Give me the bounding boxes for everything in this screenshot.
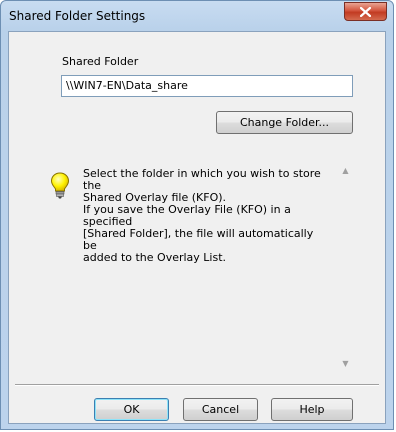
- shared-folder-label: Shared Folder: [62, 55, 139, 68]
- window-title: Shared Folder Settings: [9, 9, 146, 23]
- divider: [15, 384, 379, 386]
- change-folder-button[interactable]: Change Folder...: [216, 111, 353, 134]
- shared-folder-path-field[interactable]: \\WIN7-EN\Data_share: [61, 75, 353, 97]
- scroll-up-arrow-icon[interactable]: ▲: [337, 162, 354, 179]
- dialog-body: Shared Folder \\WIN7-EN\Data_share Chang…: [8, 31, 386, 424]
- dialog-window: Shared Folder Settings Shared Folder \\W…: [0, 0, 394, 430]
- info-panel: Select the folder in which you wish to s…: [46, 162, 354, 372]
- info-scrollbar[interactable]: ▲ ▼: [337, 162, 354, 372]
- title-bar[interactable]: Shared Folder Settings: [1, 1, 393, 31]
- scroll-down-arrow-icon[interactable]: ▼: [337, 355, 354, 372]
- cancel-button[interactable]: Cancel: [183, 398, 258, 421]
- help-button[interactable]: Help: [271, 398, 353, 421]
- close-x-icon: [360, 6, 371, 17]
- lightbulb-icon: [50, 172, 70, 203]
- close-button[interactable]: [344, 2, 387, 21]
- ok-button[interactable]: OK: [94, 398, 169, 421]
- info-text: Select the folder in which you wish to s…: [83, 167, 321, 264]
